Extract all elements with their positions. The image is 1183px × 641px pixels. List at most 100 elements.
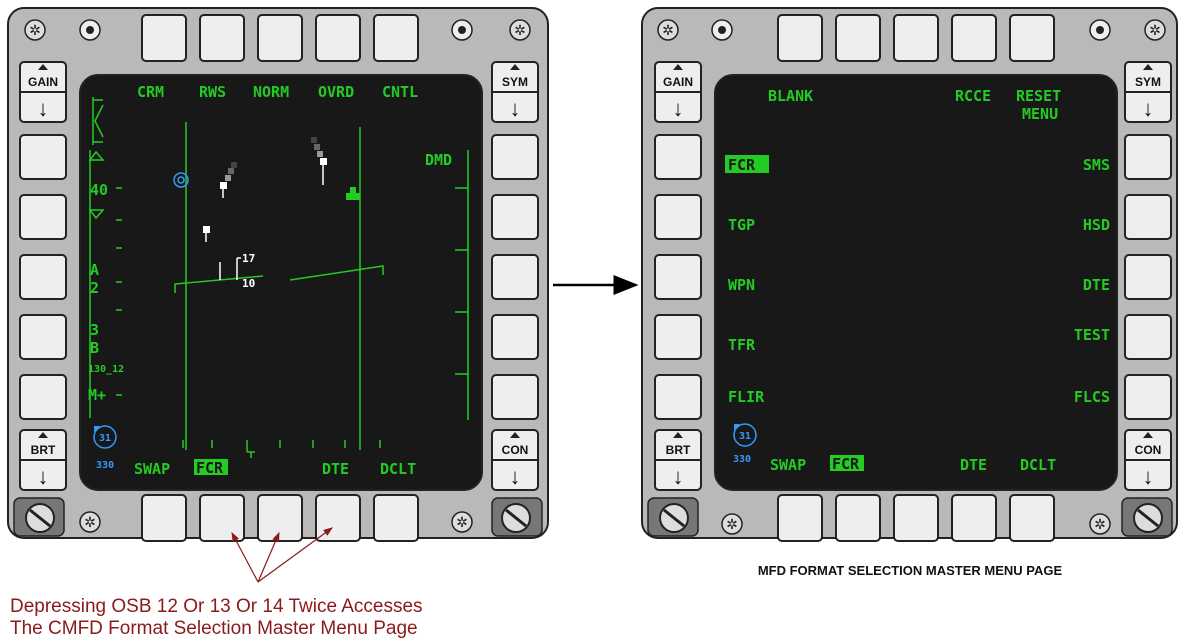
svg-text:✲: ✲	[84, 514, 96, 530]
osb-button[interactable]	[19, 254, 67, 300]
dmd-label: DMD	[425, 151, 452, 169]
svg-text:✲: ✲	[726, 516, 738, 532]
osb-button[interactable]	[373, 494, 419, 542]
dclt-label: DCLT	[1020, 456, 1056, 474]
con-rocker[interactable]: CON ↓	[491, 429, 539, 491]
top-osb-row	[777, 14, 1055, 62]
gain-label: GAIN	[28, 75, 58, 89]
svg-text:↓: ↓	[510, 96, 521, 121]
menu-label: MENU	[1022, 105, 1058, 123]
osb-button[interactable]	[1124, 374, 1172, 420]
osb-button[interactable]	[199, 14, 245, 62]
osb-button[interactable]	[1009, 14, 1055, 62]
sym-rocker[interactable]: SYM ↓	[491, 61, 539, 123]
right-mfd: ✲ ✲ ✲ ✲ GAIN ↓ SYM ↓ BRT ↓ CON ↓ BLANK R…	[641, 7, 1178, 542]
osb-button[interactable]	[777, 494, 823, 542]
brt-rocker[interactable]: BRT ↓	[19, 429, 67, 491]
caption-line-1: Depressing OSB 12 Or 13 Or 14 Twice Acce…	[10, 596, 423, 617]
osb-button[interactable]	[893, 14, 939, 62]
cntl-label: CNTL	[382, 83, 418, 101]
brt-label: BRT	[31, 443, 56, 457]
contact-label-17: 17	[242, 252, 255, 265]
osb-button[interactable]	[835, 494, 881, 542]
osb-button[interactable]	[1124, 254, 1172, 300]
range-40-label: 40	[90, 181, 108, 199]
osb-button[interactable]	[654, 134, 702, 180]
gain-label: GAIN	[663, 75, 693, 89]
fcr-label-highlighted: FCR	[196, 459, 224, 477]
dte-label: DTE	[960, 456, 987, 474]
fcr-menu-item-highlighted: FCR	[728, 156, 756, 174]
osb-button[interactable]	[315, 494, 361, 542]
svg-text:↓: ↓	[38, 96, 49, 121]
norm-label: NORM	[253, 83, 289, 101]
sym-rocker[interactable]: SYM ↓	[1124, 61, 1172, 123]
osb-button[interactable]	[141, 494, 187, 542]
osb-button[interactable]	[491, 374, 539, 420]
rcce-label: RCCE	[955, 87, 991, 105]
osb-button[interactable]	[951, 14, 997, 62]
osb-button[interactable]	[373, 14, 419, 62]
sms-menu-item: SMS	[1083, 156, 1110, 174]
left-screen	[79, 74, 483, 491]
osb-button[interactable]	[491, 194, 539, 240]
swap-label: SWAP	[770, 456, 806, 474]
bullseye-bearing: 330	[733, 454, 751, 465]
dclt-label: DCLT	[380, 460, 416, 478]
osb-button[interactable]	[654, 314, 702, 360]
svg-text:↓: ↓	[1143, 464, 1154, 489]
caption-line-2: The CMFD Format Selection Master Menu Pa…	[10, 618, 418, 639]
gain-rocker[interactable]: GAIN ↓	[654, 61, 702, 123]
flir-menu-item: FLIR	[728, 388, 765, 406]
osb-button[interactable]	[141, 14, 187, 62]
right-osb-col	[491, 134, 539, 420]
osb-button[interactable]	[1124, 134, 1172, 180]
bottom-osb-row	[141, 494, 419, 542]
osb-button[interactable]	[951, 494, 997, 542]
svg-text:↓: ↓	[1143, 96, 1154, 121]
svg-text:✲: ✲	[514, 22, 526, 38]
osb-button[interactable]	[19, 134, 67, 180]
osb-button[interactable]	[654, 254, 702, 300]
osb-button[interactable]	[491, 254, 539, 300]
left-osb-col	[19, 134, 67, 420]
flcs-menu-item: FLCS	[1074, 388, 1110, 406]
crm-label: CRM	[137, 83, 164, 101]
bullseye-range: 31	[99, 433, 111, 444]
osb-button[interactable]	[19, 314, 67, 360]
osb-button[interactable]	[654, 194, 702, 240]
b-label: B	[90, 339, 99, 357]
con-label: CON	[502, 443, 529, 457]
con-rocker[interactable]: CON ↓	[1124, 429, 1172, 491]
osb-button[interactable]	[199, 494, 245, 542]
tfr-menu-item: TFR	[728, 336, 756, 354]
osb-button[interactable]	[257, 14, 303, 62]
osb-button[interactable]	[19, 194, 67, 240]
con-label: CON	[1135, 443, 1162, 457]
rws-label: RWS	[199, 83, 226, 101]
osb-button[interactable]	[19, 374, 67, 420]
osb-button[interactable]	[1124, 194, 1172, 240]
osb-button[interactable]	[257, 494, 303, 542]
svg-text:↓: ↓	[673, 96, 684, 121]
diagram-canvas: ✲ ✲ ✲ ✲ GAIN ↓ SYM ↓ BRT ↓ CON ↓ CRM RWS…	[7, 7, 1178, 639]
svg-text:↓: ↓	[510, 464, 521, 489]
osb-button[interactable]	[491, 314, 539, 360]
osb-button[interactable]	[1124, 314, 1172, 360]
brt-label: BRT	[666, 443, 691, 457]
reset-label: RESET	[1016, 87, 1061, 105]
brt-rocker[interactable]: BRT ↓	[654, 429, 702, 491]
svg-text:✲: ✲	[1094, 516, 1106, 532]
osb-button[interactable]	[315, 14, 361, 62]
osb-button[interactable]	[777, 14, 823, 62]
osb-button[interactable]	[1009, 494, 1055, 542]
bullseye-bearing: 330	[96, 460, 114, 471]
osb-button[interactable]	[491, 134, 539, 180]
blank-label: BLANK	[768, 87, 813, 105]
osb-button[interactable]	[893, 494, 939, 542]
gain-rocker[interactable]: GAIN ↓	[19, 61, 67, 123]
test-menu-item: TEST	[1074, 326, 1110, 344]
bottom-osb-row	[777, 494, 1055, 542]
osb-button[interactable]	[835, 14, 881, 62]
osb-button[interactable]	[654, 374, 702, 420]
